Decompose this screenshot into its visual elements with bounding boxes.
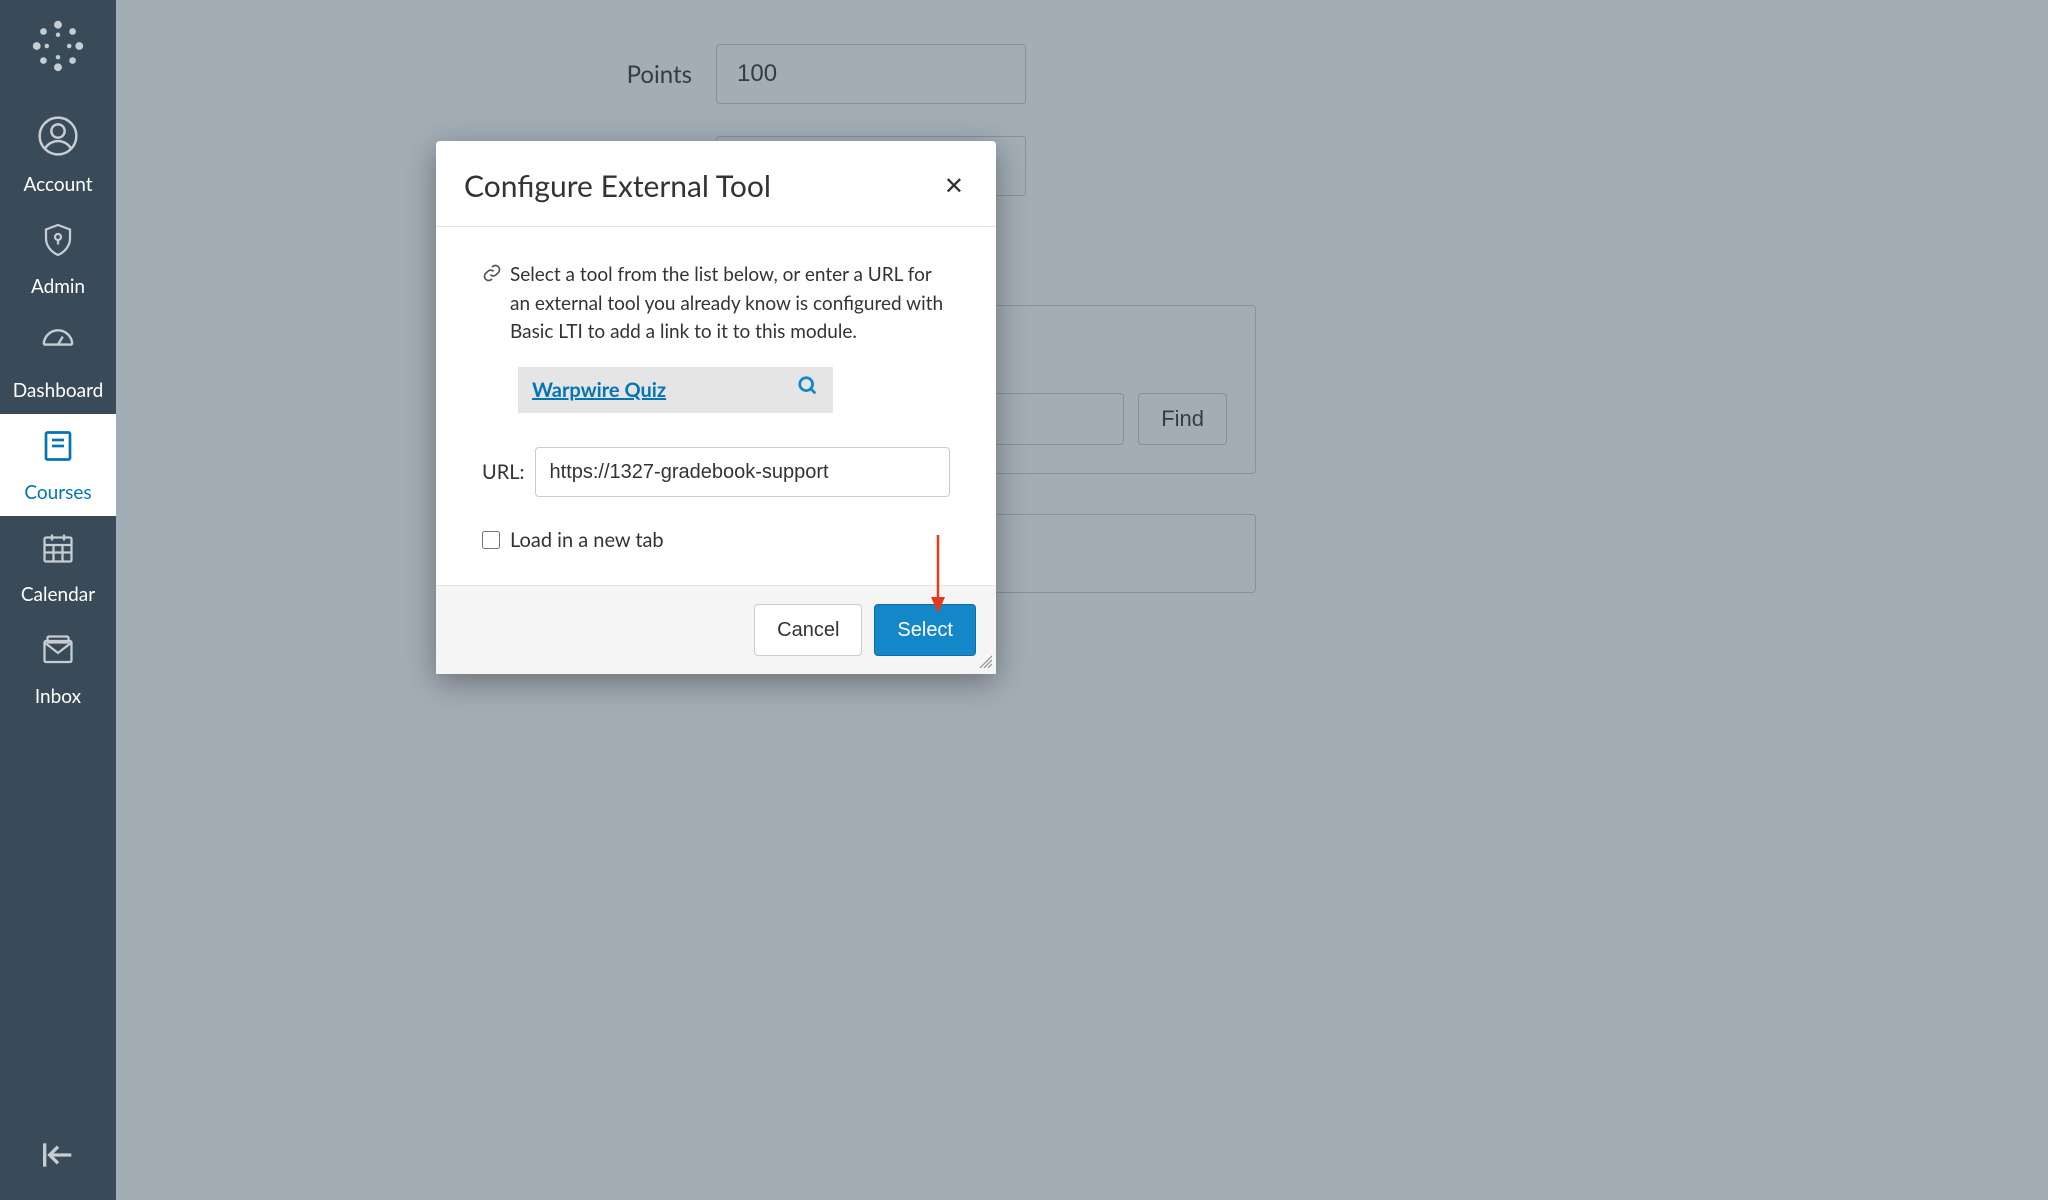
- tool-name-link[interactable]: Warpwire Quiz: [532, 375, 666, 405]
- modal-footer: Cancel Select: [436, 585, 996, 674]
- nav-label: Inbox: [35, 685, 81, 708]
- nav-collapse-button[interactable]: [0, 1140, 116, 1170]
- close-icon[interactable]: ✕: [940, 167, 968, 204]
- modal-scrim[interactable]: [116, 0, 2048, 1200]
- modal-title: Configure External Tool: [464, 168, 771, 204]
- nav-account[interactable]: Account: [0, 102, 116, 208]
- nav-label: Admin: [31, 275, 85, 298]
- link-icon: [482, 261, 502, 347]
- account-icon: [38, 116, 78, 167]
- resize-handle-icon[interactable]: [976, 652, 992, 672]
- dashboard-icon: [39, 324, 77, 373]
- load-new-tab-checkbox[interactable]: [482, 531, 500, 549]
- admin-icon: [40, 222, 76, 269]
- nav-dashboard[interactable]: Dashboard: [0, 310, 116, 414]
- load-new-tab-label: Load in a new tab: [510, 525, 664, 555]
- global-nav-sidebar: Account Admin Dashboard Courses Calendar…: [0, 0, 116, 1200]
- nav-label: Courses: [24, 481, 91, 504]
- nav-label: Calendar: [21, 583, 95, 606]
- nav-admin[interactable]: Admin: [0, 208, 116, 310]
- nav-inbox[interactable]: Inbox: [0, 618, 116, 720]
- modal-instruction-text: Select a tool from the list below, or en…: [510, 261, 950, 347]
- inbox-icon: [40, 632, 76, 679]
- search-icon: [797, 375, 819, 406]
- nav-courses[interactable]: Courses: [0, 414, 116, 516]
- courses-icon: [40, 428, 76, 475]
- configure-external-tool-modal: Configure External Tool ✕ Select a tool …: [436, 141, 996, 674]
- canvas-logo-icon: [30, 18, 86, 74]
- calendar-icon: [40, 530, 76, 577]
- modal-body: Select a tool from the list below, or en…: [436, 227, 996, 585]
- select-button[interactable]: Select: [874, 604, 976, 656]
- modal-header: Configure External Tool ✕: [436, 141, 996, 227]
- nav-label: Account: [23, 173, 92, 196]
- tool-list-item[interactable]: Warpwire Quiz: [518, 367, 833, 414]
- url-input[interactable]: [535, 447, 950, 497]
- nav-label: Dashboard: [13, 379, 104, 402]
- url-label: URL:: [482, 457, 525, 487]
- cancel-button[interactable]: Cancel: [754, 604, 862, 656]
- nav-calendar[interactable]: Calendar: [0, 516, 116, 618]
